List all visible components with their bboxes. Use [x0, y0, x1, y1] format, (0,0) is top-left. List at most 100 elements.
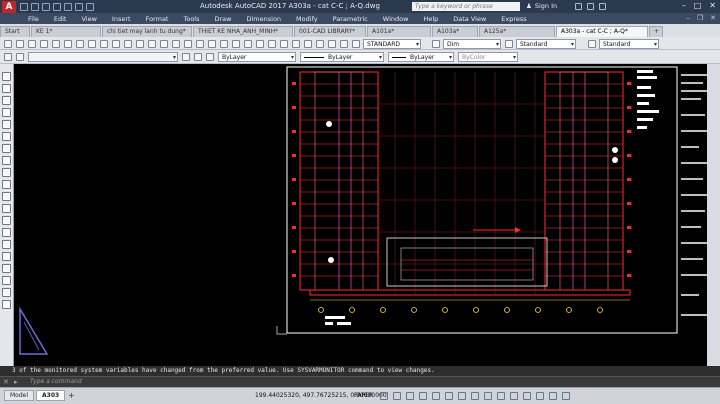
- linetype-dropdown[interactable]: ByLayer ▾: [300, 52, 384, 62]
- tab-thiet-ke[interactable]: THIET KE NHA_ANH_MINH*: [193, 26, 293, 37]
- selection-cycling-icon[interactable]: [484, 392, 492, 400]
- plotstyle-dropdown[interactable]: ByColor ▾: [458, 52, 518, 62]
- save-icon[interactable]: [42, 2, 50, 11]
- point-icon[interactable]: [2, 228, 11, 237]
- ellipse-arc-icon[interactable]: [2, 192, 11, 201]
- menu-window[interactable]: Window: [383, 15, 409, 23]
- tab-start[interactable]: Start: [0, 26, 30, 37]
- polar-icon[interactable]: [419, 392, 427, 400]
- drawing-canvas[interactable]: [15, 64, 720, 366]
- search-input[interactable]: Type a keyword or phrase: [412, 2, 520, 11]
- toolbar-icon-11[interactable]: [124, 40, 132, 48]
- menu-help[interactable]: Help: [423, 15, 438, 23]
- tab-model[interactable]: Model: [4, 390, 35, 401]
- toolbar-icon-3[interactable]: [28, 40, 36, 48]
- rectangle-icon[interactable]: [2, 120, 11, 129]
- new-tab-button[interactable]: +: [649, 26, 663, 37]
- menu-insert[interactable]: Insert: [112, 15, 131, 23]
- maximize-icon[interactable]: □: [694, 1, 702, 10]
- toolbar-icon-15[interactable]: [172, 40, 180, 48]
- menu-express[interactable]: Express: [501, 15, 526, 23]
- close-icon[interactable]: ✕: [709, 1, 716, 10]
- space-toggle[interactable]: PAPER: [354, 392, 373, 399]
- toolbar-icon-21[interactable]: [244, 40, 252, 48]
- spline-icon[interactable]: [2, 168, 11, 177]
- snap-icon[interactable]: [393, 392, 401, 400]
- tab-a303a[interactable]: A303a - cat C-C ; A-Q*: [556, 26, 648, 37]
- polygon-icon[interactable]: [2, 108, 11, 117]
- command-input[interactable]: Type a command: [30, 378, 82, 385]
- clean-screen-icon[interactable]: [549, 392, 557, 400]
- color-dropdown[interactable]: ByLayer ▾: [218, 52, 296, 62]
- toolbar-icon-12[interactable]: [136, 40, 144, 48]
- menu-format[interactable]: Format: [146, 15, 169, 23]
- menu-tools[interactable]: Tools: [183, 15, 199, 23]
- add-layout-icon[interactable]: +: [68, 391, 75, 400]
- tab-a103a[interactable]: A103a*: [432, 26, 478, 37]
- ellipse-icon[interactable]: [2, 180, 11, 189]
- cart-icon[interactable]: [575, 3, 582, 10]
- dim-style-dropdown[interactable]: Dim ▾: [443, 39, 501, 49]
- toolbar-icon-23[interactable]: [268, 40, 276, 48]
- toolbar-icon-27[interactable]: [316, 40, 324, 48]
- table-icon[interactable]: [2, 276, 11, 285]
- customize-icon[interactable]: [562, 392, 570, 400]
- line-tool-icon[interactable]: [2, 72, 11, 81]
- table-style-dropdown[interactable]: Standard ▾: [516, 39, 576, 49]
- circle-icon[interactable]: [2, 144, 11, 153]
- polyline-icon[interactable]: [2, 96, 11, 105]
- autocad-logo-icon[interactable]: A: [2, 0, 16, 13]
- tab-a125a[interactable]: A125a*: [479, 26, 555, 37]
- sign-in-button[interactable]: ♟ Sign In: [526, 2, 557, 10]
- make-current-icon[interactable]: [182, 53, 190, 61]
- vertical-scrollbar[interactable]: [707, 64, 720, 366]
- make-block-icon[interactable]: [2, 216, 11, 225]
- toolbar-icon-8[interactable]: [88, 40, 96, 48]
- osnap-icon[interactable]: [432, 392, 440, 400]
- toolbar-icon-26[interactable]: [304, 40, 312, 48]
- arc-icon[interactable]: [2, 132, 11, 141]
- doc-minimize-icon[interactable]: –: [686, 14, 690, 22]
- layer-state-icon[interactable]: [16, 53, 24, 61]
- isolate-icon[interactable]: [523, 392, 531, 400]
- toolbar-icon-20[interactable]: [232, 40, 240, 48]
- mtext-icon[interactable]: [2, 288, 11, 297]
- lineweight-dropdown[interactable]: ByLayer ▾: [388, 52, 454, 62]
- lineweight-icon[interactable]: [458, 392, 466, 400]
- open-icon[interactable]: [31, 2, 39, 11]
- new-icon[interactable]: [20, 2, 28, 11]
- annotation-scale-icon[interactable]: [497, 392, 505, 400]
- tab-chi-tiet[interactable]: chi tiet may lanh tu dung*: [102, 26, 192, 37]
- menu-dimension[interactable]: Dimension: [246, 15, 281, 23]
- toolbar-icon-5[interactable]: [52, 40, 60, 48]
- toolbar-icon-6[interactable]: [64, 40, 72, 48]
- toolbar-icon-2[interactable]: [16, 40, 24, 48]
- help-icon[interactable]: [599, 3, 606, 10]
- workspace-gear-icon[interactable]: [510, 392, 518, 400]
- tab-layout-a303[interactable]: A303: [36, 390, 66, 401]
- menu-view[interactable]: View: [81, 15, 96, 23]
- add-selected-icon[interactable]: [2, 300, 11, 309]
- toolbar-icon-13[interactable]: [148, 40, 156, 48]
- toolbar-icon-24[interactable]: [280, 40, 288, 48]
- construction-line-icon[interactable]: [2, 84, 11, 93]
- tab-a101a[interactable]: A101a*: [367, 26, 431, 37]
- hatch-icon[interactable]: [2, 240, 11, 249]
- grid-icon[interactable]: [380, 392, 388, 400]
- gradient-icon[interactable]: [2, 252, 11, 261]
- text-style-dropdown[interactable]: STANDARD ▾: [363, 39, 421, 49]
- otrack-icon[interactable]: [445, 392, 453, 400]
- toolbar-icon-14[interactable]: [160, 40, 168, 48]
- ortho-icon[interactable]: [406, 392, 414, 400]
- toolbar-icon-4[interactable]: [40, 40, 48, 48]
- tab-cad-library[interactable]: 001-CAD LIBRARY*: [294, 26, 366, 37]
- insert-block-icon[interactable]: [2, 204, 11, 213]
- redo-icon[interactable]: [86, 2, 94, 11]
- undo-icon[interactable]: [75, 2, 83, 11]
- menu-draw[interactable]: Draw: [215, 15, 232, 23]
- menu-data-view[interactable]: Data View: [453, 15, 486, 23]
- menu-modify[interactable]: Modify: [296, 15, 318, 23]
- doc-restore-icon[interactable]: ❐: [697, 14, 703, 22]
- toolbar-icon-18[interactable]: [208, 40, 216, 48]
- transparency-icon[interactable]: [471, 392, 479, 400]
